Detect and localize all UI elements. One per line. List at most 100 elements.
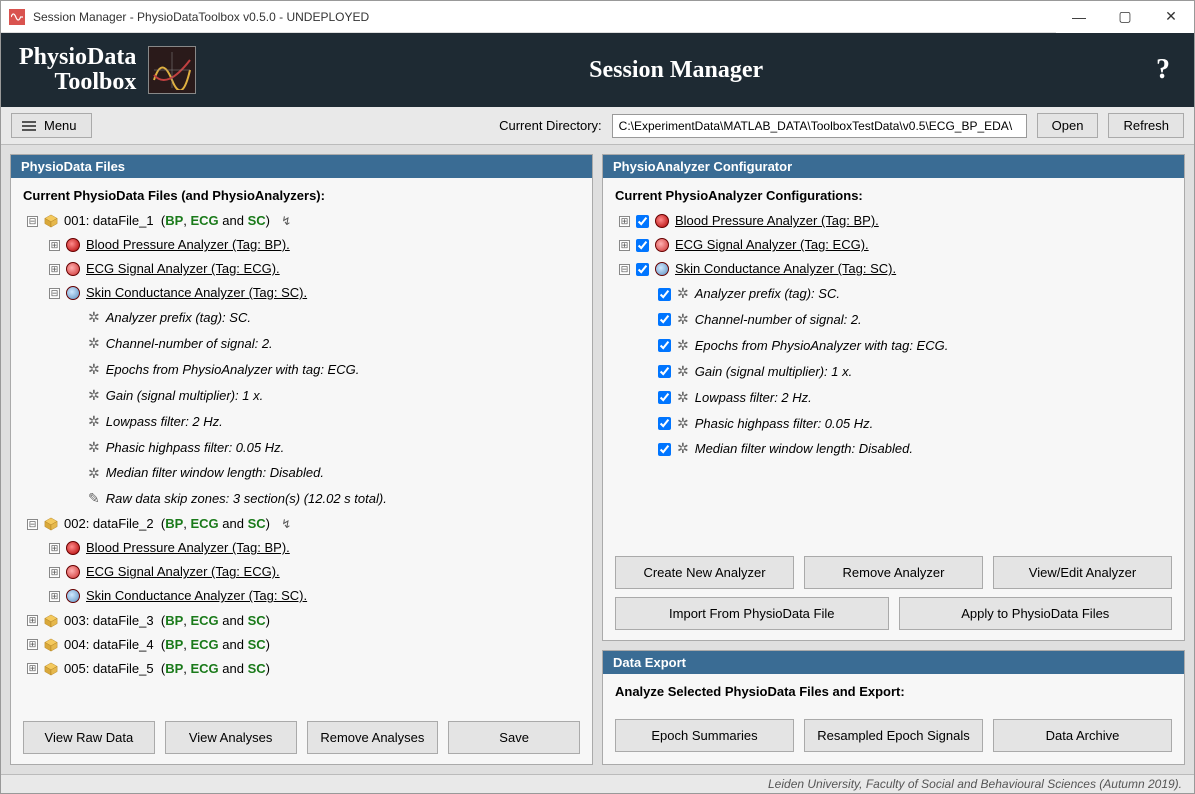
create-analyzer-button[interactable]: Create New Analyzer [615,556,794,589]
view-analyses-button[interactable]: View Analyses [165,721,297,754]
analyzer-checkbox[interactable] [636,263,649,276]
tree-toggle[interactable]: ⊞ [27,663,38,674]
current-directory-input[interactable] [612,114,1027,138]
property-node[interactable]: ✲Median filter window length: Disabled. [71,461,580,487]
tree-toggle[interactable]: ⊞ [619,216,630,227]
tree-toggle[interactable]: ⊞ [49,264,60,275]
sc-icon [655,262,669,276]
footer: Leiden University, Faculty of Social and… [1,774,1194,793]
cfg-property-node[interactable]: ✲Gain (signal multiplier): 1 x. [641,359,1172,385]
cfg-analyzer-node[interactable]: ⊞Blood Pressure Analyzer (Tag: BP). [619,209,1172,233]
logo-graphic [148,46,196,94]
logo-line1: PhysioData [19,45,136,70]
property-node[interactable]: ✲Lowpass filter: 2 Hz. [71,409,580,435]
gear-icon: ✲ [677,359,689,385]
sc-icon [66,589,80,603]
analyzer-node[interactable]: ⊞ECG Signal Analyzer (Tag: ECG). [49,560,580,584]
data-export-header: Data Export [603,651,1184,674]
menu-button-label: Menu [44,118,77,133]
property-node[interactable]: ✲Analyzer prefix (tag): SC. [71,305,580,331]
tree-toggle[interactable]: ⊟ [27,519,38,530]
window-minimize-button[interactable]: — [1056,1,1102,33]
import-from-physiodata-button[interactable]: Import From PhysioData File [615,597,889,630]
configurator-section-label: Current PhysioAnalyzer Configurations: [615,188,1172,203]
tree-toggle[interactable]: ⊞ [49,567,60,578]
apply-to-physiodata-button[interactable]: Apply to PhysioData Files [899,597,1173,630]
tree-toggle[interactable]: ⊞ [49,591,60,602]
configurator-tree[interactable]: ⊞Blood Pressure Analyzer (Tag: BP).⊞ECG … [615,209,1172,462]
window-title: Session Manager - PhysioDataToolbox v0.5… [33,10,369,24]
property-checkbox[interactable] [658,417,671,430]
property-checkbox[interactable] [658,443,671,456]
bp-icon [66,238,80,252]
cfg-property-node[interactable]: ✲Median filter window length: Disabled. [641,436,1172,462]
property-node[interactable]: ✲Gain (signal multiplier): 1 x. [71,383,580,409]
analyzer-checkbox[interactable] [636,239,649,252]
view-edit-analyzer-button[interactable]: View/Edit Analyzer [993,556,1172,589]
window-maximize-button[interactable]: ▢ [1102,1,1148,33]
data-export-section-label: Analyze Selected PhysioData Files and Ex… [615,684,1172,699]
property-checkbox[interactable] [658,288,671,301]
property-checkbox[interactable] [658,339,671,352]
gear-icon: ✲ [88,461,100,487]
help-button[interactable]: ? [1156,54,1176,86]
main-area: PhysioData Files Current PhysioData File… [1,145,1194,774]
cfg-analyzer-node[interactable]: ⊞ECG Signal Analyzer (Tag: ECG). [619,233,1172,257]
cfg-property-node[interactable]: ✲Channel-number of signal: 2. [641,307,1172,333]
cfg-property-node[interactable]: ✲Analyzer prefix (tag): SC. [641,281,1172,307]
analyzer-node[interactable]: ⊞Skin Conductance Analyzer (Tag: SC). [49,584,580,608]
gear-icon: ✲ [677,333,689,359]
tree-toggle[interactable]: ⊟ [27,216,38,227]
property-node[interactable]: ✲Channel-number of signal: 2. [71,331,580,357]
file-node[interactable]: ⊟002: dataFile_2 (BP, ECG and SC) ↯ [27,512,580,536]
resampled-signals-button[interactable]: Resampled Epoch Signals [804,719,983,752]
gear-icon: ✲ [677,411,689,437]
gear-icon: ✲ [88,435,100,461]
analyzer-node[interactable]: ⊞Blood Pressure Analyzer (Tag: BP). [49,233,580,257]
tree-toggle[interactable]: ⊞ [49,543,60,554]
data-archive-button[interactable]: Data Archive [993,719,1172,752]
tree-toggle[interactable]: ⊟ [49,288,60,299]
remove-analyzer-button[interactable]: Remove Analyzer [804,556,983,589]
ecg-icon [66,262,80,276]
file-node[interactable]: ⊞003: dataFile_3 (BP, ECG and SC) [27,609,580,633]
tree-toggle[interactable]: ⊞ [619,240,630,251]
tree-toggle[interactable]: ⊟ [619,264,630,275]
property-checkbox[interactable] [658,391,671,404]
tree-toggle[interactable]: ⊞ [27,615,38,626]
gear-icon: ✲ [88,357,100,383]
property-checkbox[interactable] [658,313,671,326]
gear-icon: ✲ [88,331,100,357]
page-title: Session Manager [196,57,1156,84]
property-node[interactable]: ✲Phasic highpass filter: 0.05 Hz. [71,435,580,461]
cfg-property-node[interactable]: ✲Phasic highpass filter: 0.05 Hz. [641,411,1172,437]
cfg-property-node[interactable]: ✲Epochs from PhysioAnalyzer with tag: EC… [641,333,1172,359]
save-button[interactable]: Save [448,721,580,754]
tree-toggle[interactable]: ⊞ [27,639,38,650]
pencil-icon: ✎ [88,486,100,512]
analyzer-node[interactable]: ⊞Blood Pressure Analyzer (Tag: BP). [49,536,580,560]
epoch-summaries-button[interactable]: Epoch Summaries [615,719,794,752]
window-close-button[interactable]: ✕ [1148,1,1194,33]
configurator-panel: PhysioAnalyzer Configurator Current Phys… [602,154,1185,641]
view-raw-data-button[interactable]: View Raw Data [23,721,155,754]
analyzer-node[interactable]: ⊞ECG Signal Analyzer (Tag: ECG). [49,257,580,281]
refresh-button[interactable]: Refresh [1108,113,1184,138]
file-node[interactable]: ⊟001: dataFile_1 (BP, ECG and SC) ↯ [27,209,580,233]
menu-button[interactable]: Menu [11,113,92,138]
cfg-analyzer-node[interactable]: ⊟Skin Conductance Analyzer (Tag: SC). [619,257,1172,281]
property-checkbox[interactable] [658,365,671,378]
app-icon [9,9,25,25]
file-node[interactable]: ⊞004: dataFile_4 (BP, ECG and SC) [27,633,580,657]
gear-icon: ✲ [88,305,100,331]
analyzer-node[interactable]: ⊟Skin Conductance Analyzer (Tag: SC). [49,281,580,305]
open-button[interactable]: Open [1037,113,1099,138]
tree-toggle[interactable]: ⊞ [49,240,60,251]
analyzer-checkbox[interactable] [636,215,649,228]
file-node[interactable]: ⊞005: dataFile_5 (BP, ECG and SC) [27,657,580,681]
remove-analyses-button[interactable]: Remove Analyses [307,721,439,754]
cfg-property-node[interactable]: ✲Lowpass filter: 2 Hz. [641,385,1172,411]
physiodata-files-tree[interactable]: ⊟001: dataFile_1 (BP, ECG and SC) ↯⊞Bloo… [23,209,580,681]
property-node[interactable]: ✲Epochs from PhysioAnalyzer with tag: EC… [71,357,580,383]
property-node[interactable]: ✎Raw data skip zones: 3 section(s) (12.0… [71,486,580,512]
